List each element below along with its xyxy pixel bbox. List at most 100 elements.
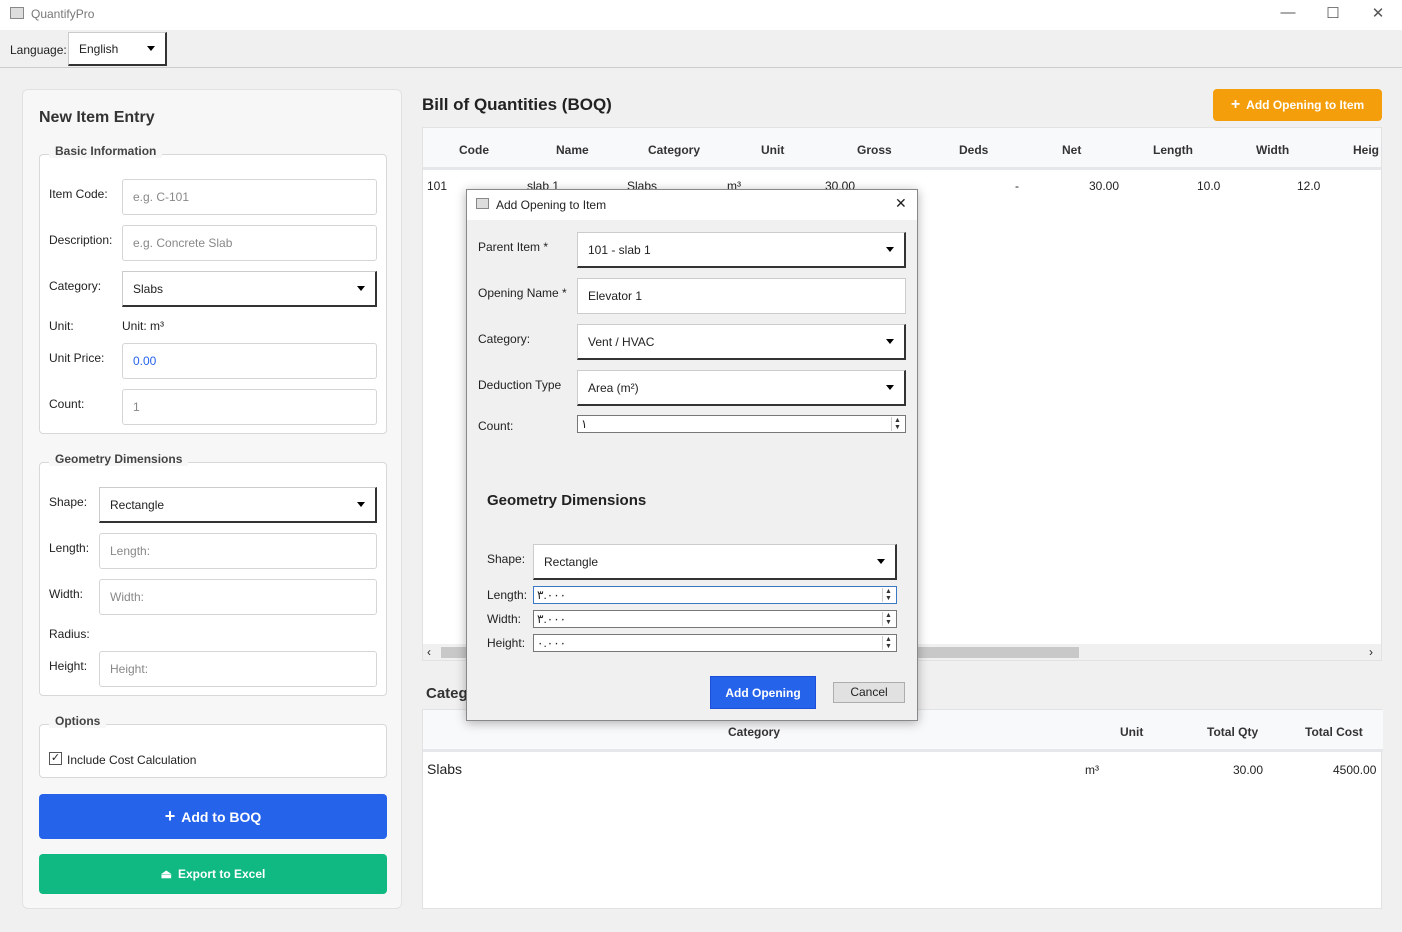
unit-label: Unit: [49, 319, 74, 333]
category-select[interactable]: Vent / HVAC [577, 324, 906, 360]
include-cost-checkbox[interactable]: ✓ [49, 752, 62, 765]
scroll-left-icon[interactable]: ‹ [427, 645, 431, 659]
width-input[interactable]: Width: [99, 579, 377, 615]
width-value: ۳.۰۰۰ [537, 612, 567, 626]
cell: 4500.00 [1333, 763, 1377, 777]
close-icon[interactable]: ✕ [895, 195, 907, 212]
group-label: Basic Information [49, 144, 163, 158]
shape-select[interactable]: Rectangle [533, 544, 897, 580]
column-header[interactable]: Gross [857, 143, 892, 157]
parent-item-value: 101 - slab 1 [588, 242, 651, 257]
height-label: Height: [49, 659, 88, 673]
column-header: Total Cost [1305, 725, 1363, 739]
export-excel-button[interactable]: ⏏ Export to Excel [39, 854, 387, 894]
column-header[interactable]: Heig [1353, 143, 1379, 157]
add-to-boq-button[interactable]: + Add to BOQ [39, 794, 387, 839]
length-spinbox[interactable]: ۳.۰۰۰ ▲ ▼ [533, 586, 897, 604]
new-item-panel: New Item Entry Basic Information Item Co… [22, 89, 402, 909]
chevron-down-icon [877, 559, 885, 564]
spin-arrows-icon[interactable]: ▲ ▼ [882, 588, 894, 602]
column-header: Unit [1120, 725, 1144, 739]
column-header[interactable]: Category [648, 143, 700, 157]
deduction-type-select[interactable]: Area (m²) [577, 370, 906, 406]
boq-title: Bill of Quantities (BOQ) [422, 95, 612, 114]
cell: 10.0 [1197, 179, 1221, 193]
panel-title: New Item Entry [39, 109, 155, 126]
chevron-down-icon [886, 247, 894, 252]
cell: 30.00 [1233, 763, 1264, 777]
parent-item-select[interactable]: 101 - slab 1 [577, 232, 906, 268]
plus-icon: + [164, 806, 176, 826]
add-opening-button[interactable]: Add Opening [710, 676, 816, 709]
description-input[interactable]: e.g. Concrete Slab [122, 225, 377, 261]
length-input[interactable]: Length: [99, 533, 377, 569]
spin-arrows-icon[interactable]: ▲ ▼ [891, 417, 903, 431]
column-header[interactable]: Width [1256, 143, 1289, 157]
group-label: Geometry Dimensions [49, 452, 189, 466]
maximize-icon[interactable]: ☐ [1313, 4, 1353, 22]
column-header[interactable]: Unit [761, 143, 784, 157]
unit-value: Unit: m³ [122, 319, 164, 333]
count-spinbox[interactable]: ۱ ▲ ▼ [577, 415, 906, 433]
chevron-down-icon [147, 46, 155, 51]
title-bar: QuantifyPro — ☐ ✕ [0, 0, 1402, 30]
item-code-input[interactable]: e.g. C-101 [122, 179, 377, 215]
cell: 12.0 [1297, 179, 1321, 193]
deduction-type-label: Deduction Type [478, 378, 562, 392]
shape-label: Shape: [487, 552, 526, 566]
height-input[interactable]: Height: [99, 651, 377, 687]
radius-label: Radius: [49, 627, 90, 641]
column-header[interactable]: Name [556, 143, 589, 157]
shape-select[interactable]: Rectangle [99, 487, 377, 523]
column-header[interactable]: Code [459, 143, 489, 157]
language-value: English [79, 41, 119, 56]
unit-price-label: Unit Price: [49, 351, 105, 365]
category-value: Vent / HVAC [588, 334, 655, 349]
shape-label: Shape: [49, 495, 88, 509]
height-value: ۰.۰۰۰ [537, 636, 567, 650]
length-label: Length: [487, 588, 528, 602]
language-select[interactable]: English [68, 32, 167, 66]
width-label: Width: [49, 587, 84, 601]
spin-arrows-icon[interactable]: ▲ ▼ [882, 612, 894, 626]
column-header: Category [728, 725, 781, 739]
count-label: Count: [49, 397, 85, 411]
height-label: Height: [487, 636, 526, 650]
minimize-icon[interactable]: — [1268, 4, 1308, 21]
description-label: Description: [49, 233, 113, 247]
column-header[interactable]: Net [1062, 143, 1081, 157]
table-row[interactable]: Slabs m³ 30.00 4500.00 [423, 754, 1383, 784]
opening-name-label: Opening Name * [478, 286, 567, 300]
dialog-title: Add Opening to Item [496, 198, 607, 212]
cancel-button[interactable]: Cancel [833, 682, 905, 703]
add-opening-dialog: Add Opening to Item ✕ Parent Item * 101 … [466, 189, 918, 721]
column-header[interactable]: Deds [959, 143, 988, 157]
unit-price-input[interactable]: 0.00 [122, 343, 377, 379]
opening-name-input[interactable]: Elevator 1 [577, 278, 906, 314]
spin-arrows-icon[interactable]: ▲ ▼ [882, 636, 894, 650]
cell: 30.00 [1089, 179, 1120, 193]
height-spinbox[interactable]: ۰.۰۰۰ ▲ ▼ [533, 634, 897, 652]
item-code-label: Item Code: [49, 187, 108, 201]
column-header[interactable]: Length [1153, 143, 1193, 157]
opening-name-value: Elevator 1 [588, 289, 643, 303]
deduction-type-value: Area (m²) [588, 380, 639, 395]
length-label: Length: [49, 541, 90, 555]
width-spinbox[interactable]: ۳.۰۰۰ ▲ ▼ [533, 610, 897, 628]
chevron-down-icon [886, 339, 894, 344]
cell: m³ [1085, 763, 1099, 777]
dialog-title-bar: Add Opening to Item ✕ [467, 190, 917, 220]
width-label: Width: [487, 612, 522, 626]
scroll-right-icon[interactable]: › [1369, 645, 1373, 659]
add-opening-to-item-button[interactable]: + Add Opening to Item [1213, 89, 1382, 121]
dialog-icon [476, 198, 489, 209]
category-select[interactable]: Slabs [122, 271, 377, 307]
close-icon[interactable]: ✕ [1358, 4, 1398, 22]
count-input[interactable]: 1 [122, 389, 377, 425]
category-label: Category: [49, 279, 102, 293]
cell: Slabs [427, 761, 463, 777]
category-label: Category: [478, 332, 531, 346]
geometry-title: Geometry Dimensions [487, 492, 647, 509]
app-title: QuantifyPro [31, 7, 95, 21]
include-cost-label: Include Cost Calculation [67, 753, 197, 767]
